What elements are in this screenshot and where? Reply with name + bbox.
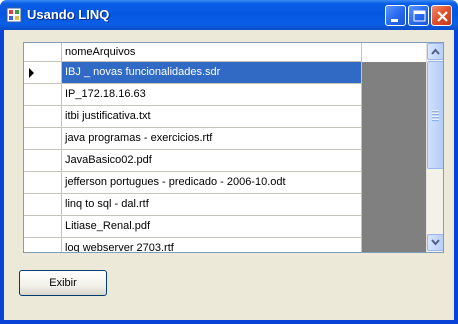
vertical-scrollbar[interactable]: [426, 43, 443, 252]
grid-rows: IBJ _ novas funcionalidades.sdr IP_172.18…: [24, 62, 362, 252]
thumb-grip: [432, 113, 439, 114]
table-row[interactable]: itbi justificativa.txt: [24, 106, 362, 128]
window-title: Usando LINQ: [27, 7, 110, 22]
grid-cell-nomearquivos[interactable]: itbi justificativa.txt: [62, 106, 362, 128]
grid-cell-nomearquivos[interactable]: IP_172.18.16.63: [62, 84, 362, 106]
grid-cell-nomearquivos[interactable]: IBJ _ novas funcionalidades.sdr: [62, 62, 362, 84]
row-header[interactable]: [24, 84, 62, 106]
table-row[interactable]: linq to sql - dal.rtf: [24, 194, 362, 216]
app-window: Usando LINQ nomeArquivos IBJ _ novas fun…: [0, 0, 458, 324]
row-header[interactable]: [24, 150, 62, 172]
current-row-arrow-icon: [29, 68, 34, 78]
maximize-button[interactable]: [408, 5, 429, 26]
close-icon: [437, 11, 448, 22]
row-header[interactable]: [24, 62, 62, 84]
app-icon: [6, 7, 22, 23]
minimize-button[interactable]: [385, 5, 406, 26]
table-row[interactable]: Litiase_Renal.pdf: [24, 216, 362, 238]
table-row[interactable]: jefferson portugues - predicado - 2006-1…: [24, 172, 362, 194]
close-button[interactable]: [431, 5, 452, 26]
table-row[interactable]: log webserver 2703.rtf: [24, 238, 362, 252]
grid-corner-cell[interactable]: [24, 43, 62, 62]
chevron-up-icon: [431, 48, 440, 55]
table-row[interactable]: IP_172.18.16.63: [24, 84, 362, 106]
thumb-grip: [432, 116, 439, 117]
minimize-icon: [391, 19, 398, 22]
column-header-nomearquivos[interactable]: nomeArquivos: [62, 43, 362, 62]
grid-cell-nomearquivos[interactable]: log webserver 2703.rtf: [62, 238, 362, 252]
table-row[interactable]: JavaBasico02.pdf: [24, 150, 362, 172]
chevron-down-icon: [431, 239, 440, 246]
grid-header: nomeArquivos: [24, 43, 428, 62]
data-grid[interactable]: nomeArquivos IBJ _ novas funcionalidades…: [23, 42, 444, 253]
row-header[interactable]: [24, 216, 62, 238]
row-header[interactable]: [24, 106, 62, 128]
row-header[interactable]: [24, 238, 62, 252]
maximize-icon: [413, 10, 426, 22]
row-header[interactable]: [24, 172, 62, 194]
table-row[interactable]: java programas - exercicios.rtf: [24, 128, 362, 150]
row-header[interactable]: [24, 194, 62, 216]
table-row[interactable]: IBJ _ novas funcionalidades.sdr: [24, 62, 362, 84]
scroll-thumb[interactable]: [427, 61, 443, 169]
grid-cell-nomearquivos[interactable]: java programas - exercicios.rtf: [62, 128, 362, 150]
thumb-grip: [432, 110, 439, 111]
row-header[interactable]: [24, 128, 62, 150]
scroll-down-button[interactable]: [427, 234, 443, 251]
thumb-grip: [432, 119, 439, 120]
scroll-up-button[interactable]: [427, 43, 443, 60]
exibir-button[interactable]: Exibir: [19, 270, 107, 296]
title-bar[interactable]: Usando LINQ: [0, 0, 458, 30]
client-area: nomeArquivos IBJ _ novas funcionalidades…: [4, 30, 454, 320]
grid-cell-nomearquivos[interactable]: JavaBasico02.pdf: [62, 150, 362, 172]
grid-cell-nomearquivos[interactable]: linq to sql - dal.rtf: [62, 194, 362, 216]
grid-cell-nomearquivos[interactable]: jefferson portugues - predicado - 2006-1…: [62, 172, 362, 194]
grid-cell-nomearquivos[interactable]: Litiase_Renal.pdf: [62, 216, 362, 238]
